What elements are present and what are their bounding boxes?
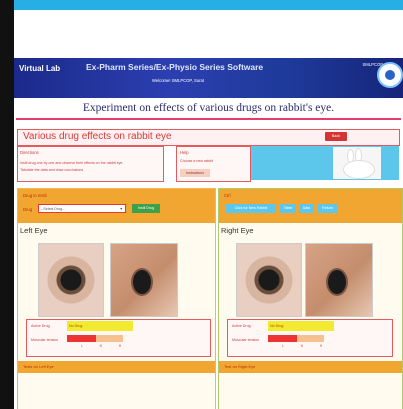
tension-ticks: L N H (282, 344, 322, 348)
control-bar: Ctrl Click for New Rabbit Table Data Ret… (219, 189, 402, 223)
tests-right-label: Test on Right Eye (224, 364, 256, 369)
drug-select[interactable]: --Select Drug-- ▼ (38, 204, 126, 213)
muscular-tension-bar (67, 335, 123, 342)
directions-line-1: Instil drug one by one and observe their… (20, 161, 124, 165)
directions-heading: Directions (20, 150, 39, 155)
drug-label: Drug (23, 207, 33, 212)
ctrl-label: Ctrl (224, 193, 231, 198)
rabbit-picture (251, 146, 399, 180)
muscular-tension-label: Muscular tension (31, 338, 59, 342)
welcome-text: Welcome! SMLPCOP, Surat (152, 78, 204, 83)
tick-low: L (282, 344, 284, 348)
rabbit-body (343, 160, 375, 179)
right-eye-label: Right Eye (221, 226, 254, 235)
tests-left-label: Tests on Left Eye (23, 364, 54, 369)
main-heading-box: Various drug effects on rabbit eye Back (17, 129, 400, 146)
active-drug-label: Active Drug (232, 324, 251, 328)
app-screen: Virtual Lab Ex-Pharm Series/Ex-Physio Se… (14, 10, 403, 409)
instil-drug-button[interactable]: Instil Drug (132, 204, 160, 213)
right-eye-side-view (305, 243, 373, 317)
right-eye-panel: Ctrl Click for New Rabbit Table Data Ret… (218, 188, 403, 409)
tick-low: L (81, 344, 83, 348)
muscular-tension-label: Muscular tension (232, 338, 260, 342)
directions-box: Directions Instil drug one by one and ob… (17, 146, 164, 182)
right-tests-bar: Test on Right Eye (219, 361, 402, 373)
muscular-tension-fill (67, 335, 97, 342)
right-eye-closeup (236, 243, 302, 317)
drug-bar: Drug to Instil Drug --Select Drug-- ▼ In… (18, 189, 215, 223)
drug-select-value: --Select Drug-- (41, 207, 65, 211)
left-black-border (0, 0, 14, 409)
instructions-button[interactable]: Instructions (180, 169, 210, 177)
tick-high: H (319, 344, 322, 348)
help-text: Choose a new rabbit (180, 159, 213, 163)
table-button[interactable]: Table (280, 204, 296, 213)
active-drug-value: No Drug (268, 321, 334, 331)
return-button[interactable]: Return (318, 204, 337, 213)
experiment-title: Experiment on effects of various drugs o… (82, 102, 335, 114)
muscular-tension-fill (268, 335, 298, 342)
tick-high: H (118, 344, 121, 348)
tick-normal: N (300, 344, 303, 348)
directions-line-2: Tabulate the data and draw conclusions (20, 168, 84, 172)
left-eye-panel: Drug to Instil Drug --Select Drug-- ▼ In… (17, 188, 216, 409)
chevron-down-icon: ▼ (119, 207, 123, 211)
help-heading: Help (180, 150, 189, 155)
muscular-tension-bar (268, 335, 324, 342)
back-button[interactable]: Back (325, 132, 347, 141)
active-drug-value: No Drug (67, 321, 133, 331)
globe-logo-icon (377, 62, 403, 88)
active-drug-label: Active Drug (31, 324, 50, 328)
tick-normal: N (99, 344, 102, 348)
left-eye-side-view (110, 243, 178, 317)
series-title: Ex-Pharm Series/Ex-Physio Series Softwar… (86, 62, 264, 72)
drug-to-instil-label: Drug to Instil (23, 193, 47, 198)
help-box: Help Choose a new rabbit Instructions (176, 146, 251, 182)
data-button[interactable]: Data (299, 204, 314, 213)
left-results-box: Active Drug No Drug Muscular tension L N… (26, 319, 211, 357)
brand-label: Virtual Lab (19, 64, 61, 73)
left-eye-closeup (38, 243, 104, 317)
tension-ticks: L N H (81, 344, 121, 348)
new-rabbit-button[interactable]: Click for New Rabbit (226, 204, 276, 213)
left-tests-bar: Tests on Left Eye (18, 361, 215, 373)
left-eye-label: Left Eye (20, 226, 48, 235)
main-heading: Various drug effects on rabbit eye (23, 131, 172, 142)
right-results-box: Active Drug No Drug Muscular tension L N… (227, 319, 393, 357)
app-banner: Virtual Lab Ex-Pharm Series/Ex-Physio Se… (14, 58, 403, 98)
divider (16, 118, 401, 120)
